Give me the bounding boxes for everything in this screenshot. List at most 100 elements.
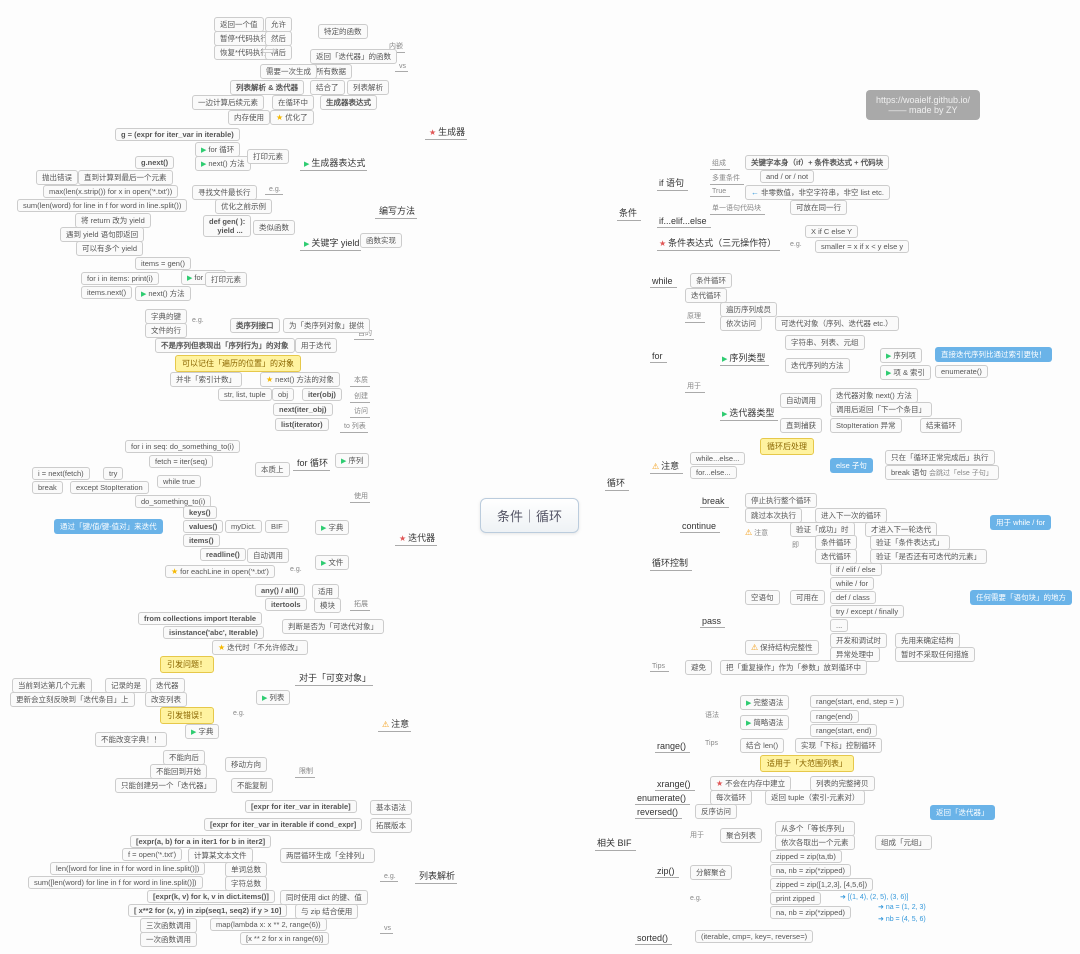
leaf: 返回 tuple（索引-元素对） (765, 790, 865, 805)
leaf: range(start, end) (810, 724, 877, 737)
leaf: 拓展 (350, 598, 370, 611)
note-else: else 子句 (830, 458, 873, 473)
leaf: 编写方法 (375, 203, 417, 219)
branch-ternary: ★条件表达式（三元操作符） (657, 235, 780, 251)
leaf: 一次函数调用 (140, 932, 197, 947)
leaf: 反序访问 (695, 804, 737, 819)
leaf: ▶迭代器类型 (720, 405, 778, 421)
leaf: 函数实现 (360, 233, 402, 248)
branch-loop: 循环 (605, 475, 629, 491)
watermark: https://woaielf.github.io/ —— made by ZY (866, 90, 980, 120)
branch-for: for (650, 350, 667, 363)
leaf: 类似函数 (253, 220, 295, 235)
leaf: 组成 (710, 157, 730, 170)
leaf: break 语句 会跳过「else 子句」 (885, 465, 999, 480)
leaf: 语法 (705, 710, 719, 720)
leaf: [expr for iter_var in iterable if cond_e… (204, 818, 362, 831)
leaf: 自动调用 (247, 548, 289, 563)
leaf: 直到捕获 (780, 418, 822, 433)
leaf: ➜ nb = (4, 5, 6) (878, 915, 926, 923)
leaf: 开发和调试时 (830, 633, 887, 648)
leaf: sum([len(word) for line in f for word in… (28, 876, 203, 889)
leaf: 原理 (685, 310, 705, 323)
leaf: na, nb = zip(*zipped) (770, 906, 851, 919)
leaf: Tips (650, 662, 669, 672)
leaf: 结合了 (310, 80, 345, 95)
leaf: 先用来确定结构 (895, 633, 960, 648)
leaf: ★next() 方法的对象 (260, 372, 340, 387)
leaf: 本质 (350, 374, 370, 387)
leaf: 访问 (350, 405, 370, 418)
leaf: 寻找文件最长行 (192, 185, 257, 200)
leaf: 模块 (314, 598, 341, 613)
leaf: while / for (830, 577, 874, 590)
leaf: ▶项 & 索引 (880, 365, 931, 380)
leaf: BIF (265, 520, 289, 533)
leaf: 同时使用 dict 的键、值 (280, 890, 368, 905)
leaf: 打印元素 (205, 272, 247, 287)
leaf: 只能创建另一个「迭代器」 (115, 778, 217, 793)
leaf: ★for eachLine in open('*.txt') (165, 565, 275, 578)
leaf: 创建 (350, 390, 370, 403)
leaf: readline() (200, 548, 246, 561)
leaf: range(start, end, step = ) (810, 695, 904, 708)
leaf: ★不会在内存中建立 (710, 776, 791, 791)
leaf: range() (655, 740, 690, 753)
leaf: f = open('*.txt') (122, 848, 182, 861)
leaf: iter(obj) (302, 388, 342, 401)
leaf: vs (395, 62, 408, 72)
leaf: 关键字本身（if）+ 条件表达式 + 代码块 (745, 155, 889, 170)
leaf: fetch = iter(seq) (149, 455, 213, 468)
highlight-post: 循环后处理 (760, 438, 814, 455)
note-pass: 任何需要「语句块」的地方 (970, 590, 1072, 605)
leaf: len([word for line in f for word in line… (50, 862, 205, 875)
branch-bif: 相关 BIF (595, 835, 636, 851)
leaf: zipped = zip([1,2,3], [4,5,6]) (770, 878, 873, 891)
leaf: items() (183, 534, 220, 547)
leaf: Tips (705, 740, 718, 747)
leaf: 即 (792, 540, 799, 550)
leaf: 依次访问 (720, 316, 762, 331)
leaf: 结合 len() (740, 738, 784, 753)
leaf: zipped = zip(ta,tb) (770, 850, 842, 863)
leaf: 遍历序列成员 (720, 302, 777, 317)
leaf: 限制 (295, 765, 315, 778)
branch-iterator: ★迭代器 (395, 530, 437, 546)
leaf: 每次循环 (710, 790, 752, 805)
leaf: vs (380, 924, 393, 934)
leaf: enumerate() (635, 792, 690, 805)
leaf: 多重条件 (710, 172, 744, 185)
leaf: def / class (830, 591, 876, 604)
leaf: 暂时不采取任何措施 (895, 647, 975, 662)
leaf: while true (157, 475, 201, 488)
leaf: 避免 (685, 660, 712, 675)
leaf: continue (680, 520, 720, 533)
leaf: ▶列表 (256, 690, 290, 705)
leaf: [expr(a, b) for a in iter1 for b in iter… (130, 835, 271, 848)
note-while-for: 用于 while / for (990, 515, 1051, 530)
leaf: 需要一次生成 (260, 64, 317, 79)
leaf: ▶next() 方法 (135, 286, 191, 301)
leaf: 本质上 (255, 462, 290, 477)
leaf: 组成「元组」 (875, 835, 932, 850)
leaf: while (650, 275, 677, 288)
leaf: sum(len(word) for line in f for word in … (17, 199, 187, 212)
leaf: na, nb = zip(*zipped) (770, 864, 851, 877)
leaf: ▶for 循环 (195, 142, 240, 157)
root-node: 条件｜循环 (480, 498, 579, 533)
leaf: ▶简略语法 (740, 715, 789, 730)
leaf: for i in seq: do_something_to(i) (125, 440, 240, 453)
leaf: 用于 (685, 380, 705, 393)
leaf: 对于「可变对象」 (295, 670, 373, 686)
leaf: 抛出错误 (36, 170, 78, 185)
branch-ctrl: 循环控制 (650, 555, 692, 571)
leaf: 遇到 yield 语句即返回 (60, 227, 144, 242)
leaf: 直到计算到最后一个元素 (78, 170, 173, 185)
leaf: 迭代器 (150, 678, 185, 693)
leaf: print zipped (770, 892, 821, 905)
leaf: 两层循环生成「全排列」 (280, 848, 375, 863)
leaf: 验证「是否还有可迭代的元素」 (870, 549, 987, 564)
leaf: ▶序列类型 (720, 350, 769, 366)
leaf: True (710, 187, 730, 197)
note-return-iter: 返回「迭代器」 (930, 805, 995, 820)
